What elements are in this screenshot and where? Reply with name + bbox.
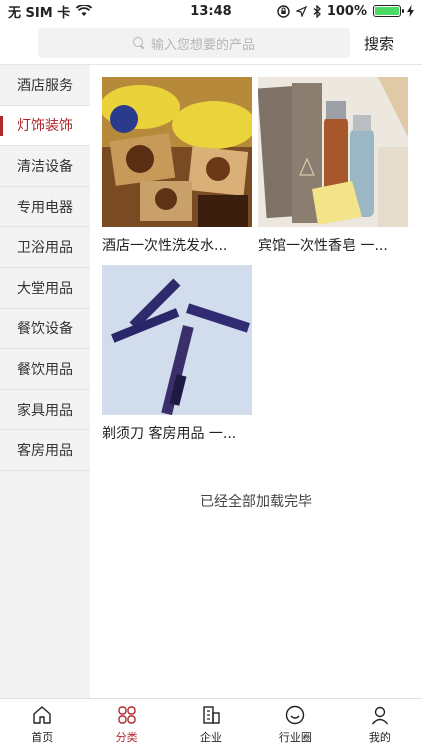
carrier-label: 无 SIM 卡 [8, 5, 71, 21]
tab-label: 企业 [200, 731, 223, 744]
tab-industry-circle[interactable]: 行业圈 [253, 699, 337, 750]
sidebar-item-hotel-service[interactable]: 酒店服务 [0, 65, 90, 106]
tab-label: 分类 [115, 731, 138, 744]
sidebar-item-lighting-decor[interactable]: 灯饰装饰 [0, 105, 90, 147]
home-icon [33, 706, 51, 724]
search-input[interactable]: 输入您想要的产品 [38, 28, 350, 58]
sidebar-item-bathroom-supplies[interactable]: 卫浴用品 [0, 227, 90, 268]
product-title[interactable]: 宾馆一次性香皂 一... [258, 235, 408, 255]
search-icon [132, 37, 145, 49]
category-sidebar: 酒店服务 灯饰装饰 清洁设备 专用电器 卫浴用品 大堂用品 餐饮设备 餐饮用品 … [0, 65, 90, 698]
product-list: 酒店一次性洗发水... 宾馆一次性香皂 一... 剃须刀 客房用品 一... 已… [90, 65, 422, 698]
battery-icon [373, 5, 404, 17]
search-header: 输入您想要的产品 搜索 [0, 22, 422, 65]
sidebar-item-catering-equipment[interactable]: 餐饮设备 [0, 309, 90, 350]
status-bar: 无 SIM 卡 13:48 100% [0, 0, 422, 22]
tab-mine[interactable]: 我的 [338, 699, 422, 750]
product-title[interactable]: 剃须刀 客房用品 一... [102, 423, 252, 443]
bluetooth-icon [313, 4, 321, 18]
user-icon [371, 706, 388, 725]
building-icon [203, 706, 220, 724]
sidebar-item-lobby-supplies[interactable]: 大堂用品 [0, 268, 90, 309]
product-image[interactable] [102, 77, 252, 227]
sidebar-item-catering-supplies[interactable]: 餐饮用品 [0, 349, 90, 390]
wifi-icon [76, 5, 93, 16]
search-placeholder: 输入您想要的产品 [150, 37, 255, 53]
location-icon [295, 5, 307, 17]
tab-category[interactable]: 分类 [84, 699, 168, 750]
product-card[interactable]: 剃须刀 客房用品 一... [102, 265, 252, 443]
sidebar-item-furniture[interactable]: 家具用品 [0, 390, 90, 431]
sidebar-item-guestroom-supplies[interactable]: 客房用品 [0, 430, 90, 471]
tab-label: 行业圈 [278, 731, 312, 744]
lock-rotation-icon [277, 4, 290, 18]
sidebar-item-special-appliances[interactable]: 专用电器 [0, 187, 90, 228]
tab-enterprise[interactable]: 企业 [169, 699, 253, 750]
tab-label: 首页 [31, 731, 54, 744]
product-title[interactable]: 酒店一次性洗发水... [102, 235, 252, 255]
product-card[interactable]: 宾馆一次性香皂 一... [258, 77, 408, 255]
category-icon [117, 706, 136, 724]
smile-icon [286, 705, 305, 725]
charging-icon [407, 5, 414, 17]
product-image[interactable] [102, 265, 252, 415]
bottom-tab-bar: 首页 分类 企业 行业圈 我的 [0, 698, 422, 750]
tab-label: 我的 [368, 731, 391, 744]
tab-home[interactable]: 首页 [0, 699, 84, 750]
product-card[interactable]: 酒店一次性洗发水... [102, 77, 252, 255]
end-of-list-note: 已经全部加载完毕 [200, 494, 312, 510]
sidebar-item-cleaning-equipment[interactable]: 清洁设备 [0, 146, 90, 187]
product-image[interactable] [258, 77, 408, 227]
search-button[interactable]: 搜索 [364, 33, 394, 54]
battery-percent: 100% [326, 3, 367, 19]
